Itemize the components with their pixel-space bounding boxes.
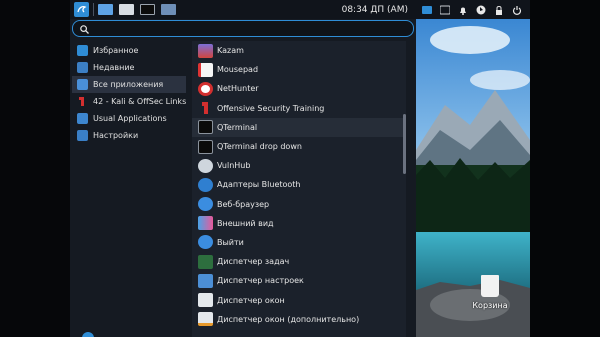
category-usual-applications[interactable]: Usual Applications	[72, 110, 186, 127]
app-label: Kazam	[217, 46, 244, 56]
window-manager-tweaks-icon	[198, 312, 213, 327]
app-item-bluetooth-adapters[interactable]: Адаптеры Bluetooth	[192, 175, 406, 194]
app-item-web-browser[interactable]: Веб-браузер	[192, 195, 406, 214]
all-apps-icon	[77, 79, 88, 90]
panel-clock[interactable]: 08:34 ДП (AM)	[342, 5, 408, 15]
kazam-icon	[198, 43, 213, 58]
offsec-icon	[198, 101, 213, 115]
app-item-offensive-security-training[interactable]: Offensive Security Training	[192, 99, 406, 118]
terminal-icon	[198, 139, 213, 154]
category-recent[interactable]: Недавние	[72, 59, 186, 76]
app-label: Адаптеры Bluetooth	[217, 180, 301, 190]
appearance-icon	[198, 216, 213, 231]
recent-icon	[77, 62, 88, 73]
mousepad-icon	[198, 62, 213, 77]
category-all-apps[interactable]: Все приложения	[72, 76, 186, 93]
kali-menu-icon[interactable]	[74, 2, 89, 17]
workspace-2-icon[interactable]	[439, 4, 451, 16]
workspace-indicator-icon[interactable]	[421, 4, 433, 16]
window-manager-icon	[198, 293, 213, 308]
power-manager-icon[interactable]	[475, 4, 487, 16]
terminal-icon	[198, 120, 213, 135]
app-label: Диспетчер настроек	[217, 276, 304, 286]
nethunter-icon	[198, 81, 213, 96]
search-icon	[80, 19, 89, 38]
app-item-vulnhub[interactable]: VulnHub	[192, 156, 406, 175]
application-menu: Избранное Недавние Все приложения 42 - K…	[70, 19, 416, 337]
browser-icon	[198, 197, 213, 212]
app-item-qterminal-drop-down[interactable]: QTerminal drop down	[192, 137, 406, 156]
app-label: QTerminal	[217, 122, 258, 132]
app-label: Offensive Security Training	[217, 103, 325, 113]
app-item-kazam[interactable]: Kazam	[192, 41, 406, 60]
app-item-task-manager[interactable]: Диспетчер задач	[192, 252, 406, 271]
app-label: Mousepad	[217, 65, 259, 75]
category-label: Usual Applications	[93, 114, 167, 123]
app-label: NetHunter	[217, 84, 259, 94]
search-input[interactable]	[93, 24, 393, 33]
app-item-appearance[interactable]: Внешний вид	[192, 214, 406, 233]
application-list: Kazam Mousepad NetHunter Offensive Secur…	[192, 41, 406, 337]
app-item-window-manager-tweaks[interactable]: Диспетчер окон (дополнительно)	[192, 310, 406, 329]
app-label: Диспетчер окон (дополнительно)	[217, 314, 360, 324]
app-label: VulnHub	[217, 161, 251, 171]
app-item-nethunter[interactable]: NetHunter	[192, 79, 406, 98]
app-label: Внешний вид	[217, 218, 274, 228]
task-manager-icon	[198, 254, 213, 269]
top-panel: 08:34 ДП (AM)	[70, 0, 530, 19]
folder-icon	[77, 113, 88, 124]
app-item-mousepad[interactable]: Mousepad	[192, 60, 406, 79]
category-kali-links[interactable]: 42 - Kali & OffSec Links	[72, 93, 186, 110]
category-list: Избранное Недавние Все приложения 42 - K…	[72, 42, 186, 144]
panel-separator	[93, 3, 94, 16]
app-label: QTerminal drop down	[217, 142, 302, 152]
desktop-icon[interactable]	[98, 4, 113, 15]
trash-label: Корзина	[472, 301, 508, 310]
vulnhub-icon	[198, 158, 213, 173]
bluetooth-icon	[198, 177, 213, 192]
browser-launcher-icon[interactable]	[161, 4, 176, 15]
trash-icon	[481, 275, 499, 297]
app-label: Диспетчер задач	[217, 257, 290, 267]
app-label: Выйти	[217, 237, 244, 247]
lock-screen-icon[interactable]	[493, 4, 505, 16]
user-avatar-icon[interactable]	[82, 332, 94, 337]
app-label: Диспетчер окон	[217, 295, 285, 305]
category-label: Все приложения	[93, 80, 164, 89]
notifications-bell-icon[interactable]	[457, 4, 469, 16]
settings-manager-icon	[198, 273, 213, 288]
settings-icon	[77, 130, 88, 141]
category-favorites[interactable]: Избранное	[72, 42, 186, 59]
star-icon	[77, 45, 88, 56]
power-icon[interactable]	[511, 4, 523, 16]
app-item-logout[interactable]: Выйти	[192, 233, 406, 252]
app-item-qterminal[interactable]: QTerminal	[192, 117, 406, 137]
kali-links-icon	[77, 96, 88, 107]
category-label: 42 - Kali & OffSec Links	[93, 97, 187, 106]
app-list-scrollbar[interactable]	[403, 114, 406, 174]
file-manager-icon[interactable]	[119, 4, 134, 15]
category-label: Настройки	[93, 131, 139, 140]
logout-icon	[198, 235, 213, 250]
desktop-trash[interactable]: Корзина	[470, 275, 510, 310]
search-box[interactable]	[72, 20, 414, 37]
category-settings[interactable]: Настройки	[72, 127, 186, 144]
category-label: Недавние	[93, 63, 135, 72]
app-item-window-manager[interactable]: Диспетчер окон	[192, 290, 406, 309]
terminal-launcher-icon[interactable]	[140, 4, 155, 15]
app-label: Веб-браузер	[217, 199, 270, 209]
app-item-settings-manager[interactable]: Диспетчер настроек	[192, 271, 406, 290]
category-label: Избранное	[93, 46, 139, 55]
